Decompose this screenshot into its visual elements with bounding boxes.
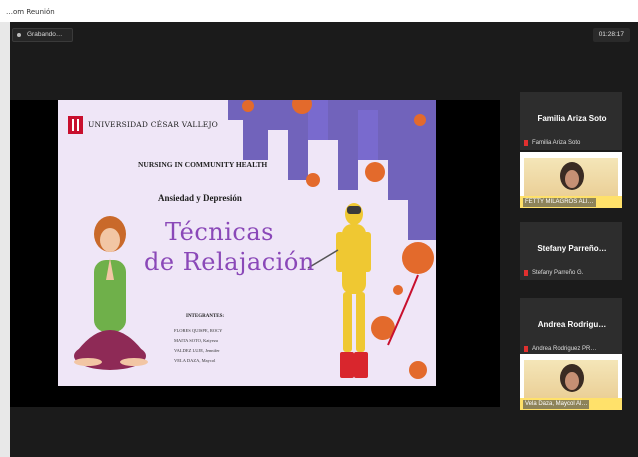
university-logo: UNIVERSIDAD CÉSAR VALLEJO <box>68 116 218 136</box>
member-item: VALDEZ LUJE, Jennifer <box>174 348 220 353</box>
university-name: UNIVERSIDAD CÉSAR VALLEJO <box>88 120 219 129</box>
left-edge <box>0 22 10 457</box>
participant-tile[interactable]: Familia Ariza Soto Familia Ariza Soto <box>520 92 622 150</box>
participant-label: Stefany Parreño G. <box>524 268 618 278</box>
video-participant-name: FETTY MILAGROS ALI… <box>523 198 596 207</box>
course-title: NURSING IN COMMUNITY HEALTH <box>138 160 268 169</box>
recording-label: Grabando… <box>27 31 63 38</box>
muted-mic-icon <box>524 270 528 276</box>
participant-display-name: Andrea Rodrigu… <box>537 320 607 329</box>
slide-title-line1: Técnicas <box>165 218 274 246</box>
participant-display-name: Familia Ariza Soto <box>537 114 607 123</box>
shared-screen[interactable]: UNIVERSIDAD CÉSAR VALLEJO NURSING IN COM… <box>10 100 500 407</box>
participant-label: Familia Ariza Soto <box>524 138 618 148</box>
participant-tile[interactable]: Stefany Parreño… Stefany Parreño G. <box>520 222 622 280</box>
slide-title-line2: de Relajación <box>144 248 315 276</box>
muted-mic-icon <box>524 140 528 146</box>
window-title: …om Reunión <box>6 8 55 16</box>
participant-face <box>560 162 584 190</box>
window-titlebar: …om Reunión <box>0 0 638 22</box>
participant-video-tile[interactable]: Vela Daza, Maycol Al… <box>520 354 622 410</box>
participant-subtitle: Stefany Parreño G. <box>532 270 584 276</box>
meeting-timer: 01:28:17 <box>592 28 630 42</box>
meeting-topbar: Grabando… 01:28:17 <box>10 22 638 48</box>
recording-indicator[interactable]: Grabando… <box>12 28 74 42</box>
muted-mic-icon <box>524 346 528 352</box>
participant-subtitle: Familia Ariza Soto <box>532 140 581 146</box>
presentation-slide: UNIVERSIDAD CÉSAR VALLEJO NURSING IN COM… <box>58 100 436 386</box>
member-item: FLORES QUISPE, ROCY <box>174 328 223 333</box>
recording-dot-icon <box>17 33 21 37</box>
slide-subtitle: Ansiedad y Depresión <box>158 193 242 203</box>
participant-label: Andrea Rodriguez PR… <box>524 344 618 354</box>
member-item: VELA DAZA, Maycol <box>174 358 216 363</box>
participant-video-tile[interactable]: FETTY MILAGROS ALI… <box>520 152 622 208</box>
video-participant-name: Vela Daza, Maycol Al… <box>523 400 590 409</box>
participant-display-name: Stefany Parreño… <box>537 244 607 253</box>
member-item: MAITA SOTO, Katyeza <box>174 338 218 343</box>
participant-subtitle: Andrea Rodriguez PR… <box>532 346 597 352</box>
meeting-window: Grabando… 01:28:17 UNIVERSIDAD CÉSAR VAL… <box>10 22 638 457</box>
members-list: FLORES QUISPE, ROCY MAITA SOTO, Katyeza … <box>174 326 222 366</box>
university-emblem-icon <box>68 116 83 134</box>
participant-face <box>560 364 584 392</box>
participant-tile[interactable]: Andrea Rodrigu… Andrea Rodriguez PR… <box>520 298 622 356</box>
members-heading: INTEGRANTES: <box>186 314 225 319</box>
